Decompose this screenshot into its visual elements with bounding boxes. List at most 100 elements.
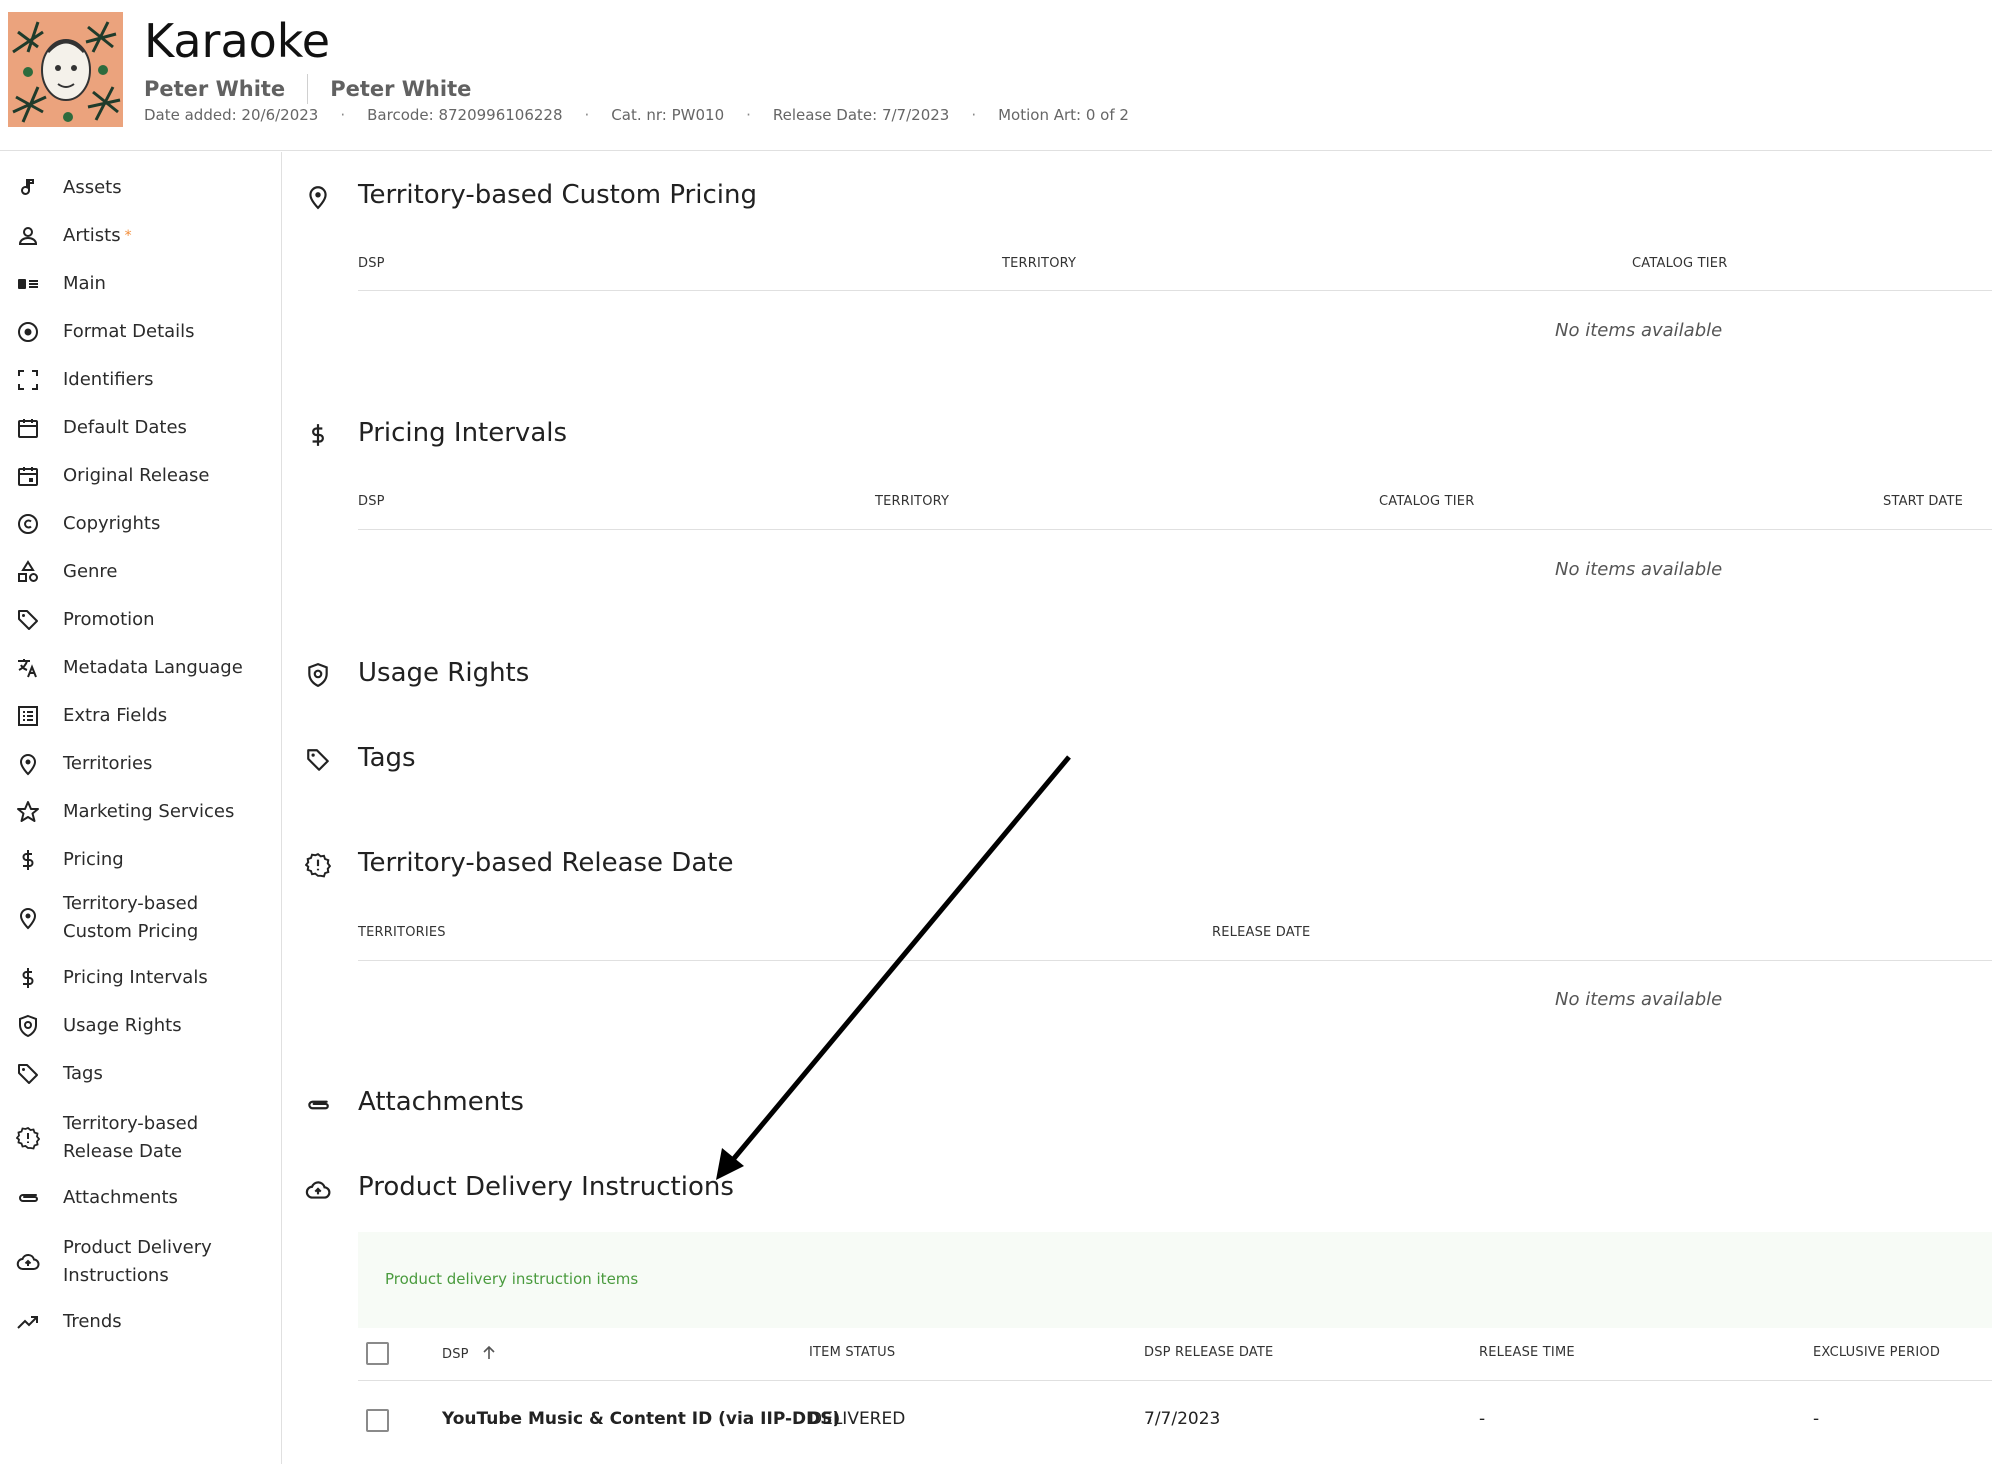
dsp-header-label: DSP (442, 1347, 469, 1362)
column-header-catalog-tier[interactable]: CATALOG TIER (1632, 256, 1727, 271)
column-header-dsp[interactable]: DSP (442, 1345, 497, 1365)
sidebar-item-label: Format Details (63, 321, 195, 342)
sidebar-item-original-release[interactable]: Original Release (0, 460, 282, 492)
card-icon (14, 270, 42, 298)
barcode: Barcode: 8720996106228 (367, 106, 563, 124)
cover-art-image[interactable] (8, 12, 123, 127)
sidebar-item-metadata-language[interactable]: Metadata Language (0, 652, 282, 684)
sidebar-item-default-dates[interactable]: Default Dates (0, 412, 282, 444)
sidebar-item-extra-fields[interactable]: Extra Fields (0, 700, 282, 732)
cloud-upload-icon (305, 1177, 335, 1207)
empty-state: No items available (1555, 320, 1723, 341)
sidebar-item-marketing-services[interactable]: Marketing Services (0, 796, 282, 828)
column-header-dsp-release-date[interactable]: DSP RELEASE DATE (1144, 1345, 1273, 1360)
section-title-attachments: Attachments (358, 1087, 524, 1117)
paperclip-icon (305, 1092, 335, 1122)
map-pin-icon (14, 750, 42, 778)
dollar-icon (14, 846, 42, 874)
release-meta: Date added: 20/6/2023 · Barcode: 8720996… (144, 106, 1129, 124)
sidebar-nav: Assets Artists * Main Format Details Iden… (0, 152, 282, 1464)
cloud-upload-icon (14, 1248, 42, 1276)
sidebar-item-territories[interactable]: Territories (0, 748, 282, 780)
empty-state: No items available (1555, 989, 1723, 1010)
required-marker: * (124, 228, 132, 244)
sidebar-item-label: Release Date (63, 1141, 183, 1162)
sidebar-item-label: Original Release (63, 465, 210, 486)
empty-state: No items available (1555, 559, 1723, 580)
row-checkbox[interactable] (366, 1409, 389, 1432)
column-header-exclusive-period[interactable]: EXCLUSIVE PERIOD (1813, 1345, 1940, 1360)
select-all-checkbox[interactable] (366, 1342, 389, 1365)
shapes-icon (14, 558, 42, 586)
artist-name[interactable]: Peter White (330, 77, 471, 101)
meta-separator: · (584, 106, 590, 124)
column-header-territories[interactable]: TERRITORIES (358, 925, 446, 940)
sidebar-item-label: Attachments (63, 1187, 178, 1208)
sidebar-item-trends[interactable]: Trends (0, 1306, 282, 1338)
sidebar-item-genre[interactable]: Genre (0, 556, 282, 588)
sidebar-item-attachments[interactable]: Attachments (0, 1182, 282, 1214)
column-header-territory[interactable]: TERRITORY (1002, 256, 1076, 271)
sidebar-item-label: Main (63, 273, 106, 294)
sidebar-item-label: Territory-based (63, 1113, 199, 1134)
release-title: Karaoke (144, 14, 331, 68)
date-added: Date added: 20/6/2023 (144, 106, 319, 124)
release-date: Release Date: 7/7/2023 (772, 106, 950, 124)
table-divider (358, 529, 1992, 530)
sidebar-item-territory-custom-pricing[interactable]: Territory-based Custom Pricing (0, 890, 282, 946)
sidebar-item-copyrights[interactable]: Copyrights (0, 508, 282, 540)
sidebar-item-pricing-intervals[interactable]: Pricing Intervals (0, 962, 282, 994)
sidebar-item-label: Identifiers (63, 369, 154, 390)
column-header-start-date[interactable]: START DATE (1883, 494, 1963, 509)
shield-icon (305, 662, 335, 692)
sidebar-item-label: Custom Pricing (63, 921, 199, 942)
sidebar-item-format-details[interactable]: Format Details (0, 316, 282, 348)
sidebar-item-tags[interactable]: Tags (0, 1058, 282, 1090)
column-header-release-date[interactable]: RELEASE DATE (1212, 925, 1310, 940)
sidebar-item-label: Extra Fields (63, 705, 168, 726)
sidebar-item-assets[interactable]: Assets (0, 172, 282, 204)
sidebar-item-promotion[interactable]: Promotion (0, 604, 282, 636)
column-header-territory[interactable]: TERRITORY (875, 494, 949, 509)
disc-icon (14, 318, 42, 346)
sidebar-item-label: Product Delivery (63, 1237, 212, 1258)
section-title-custom-pricing: Territory-based Custom Pricing (358, 180, 757, 210)
sidebar-item-label: Marketing Services (63, 801, 235, 822)
sidebar-item-label: Tags (63, 1063, 103, 1084)
cell-exclusive-period: - (1813, 1409, 1820, 1429)
column-header-release-time[interactable]: RELEASE TIME (1479, 1345, 1575, 1360)
frame-corners-icon (14, 366, 42, 394)
sidebar-item-label: Instructions (63, 1265, 169, 1286)
tag-icon (14, 1060, 42, 1088)
banner-text: Product delivery instruction items (385, 1270, 639, 1288)
artists-label: Artists (63, 225, 121, 246)
artist-list: Peter White Peter White (144, 74, 471, 104)
sidebar-item-usage-rights[interactable]: Usage Rights (0, 1010, 282, 1042)
tag-icon (14, 606, 42, 634)
sidebar-item-territory-release-date[interactable]: Territory-based Release Date (0, 1110, 282, 1166)
column-header-catalog-tier[interactable]: CATALOG TIER (1379, 494, 1474, 509)
dollar-icon (14, 964, 42, 992)
paperclip-icon (14, 1184, 42, 1212)
sidebar-item-product-delivery[interactable]: Product Delivery Instructions (0, 1234, 282, 1290)
star-icon (14, 798, 42, 826)
column-header-dsp[interactable]: DSP (358, 494, 385, 509)
table-divider (358, 960, 1992, 961)
person-icon (14, 222, 42, 250)
music-note-icon (14, 174, 42, 202)
artist-name[interactable]: Peter White (144, 77, 285, 101)
sidebar-item-main[interactable]: Main (0, 268, 282, 300)
calendar-event-icon (14, 462, 42, 490)
shield-icon (14, 1012, 42, 1040)
sidebar-item-label: Genre (63, 561, 118, 582)
sidebar-item-pricing[interactable]: Pricing (0, 844, 282, 876)
alert-badge-icon (14, 1124, 42, 1152)
sidebar-item-label: Assets (63, 177, 122, 198)
cell-dsp-release-date: 7/7/2023 (1144, 1409, 1221, 1429)
column-header-dsp[interactable]: DSP (358, 256, 385, 271)
column-header-item-status[interactable]: ITEM STATUS (809, 1345, 895, 1360)
sidebar-item-label: Usage Rights (63, 1015, 182, 1036)
sidebar-item-artists[interactable]: Artists * (0, 220, 282, 252)
sidebar-item-identifiers[interactable]: Identifiers (0, 364, 282, 396)
cell-item-status: DELIVERED (809, 1409, 906, 1429)
